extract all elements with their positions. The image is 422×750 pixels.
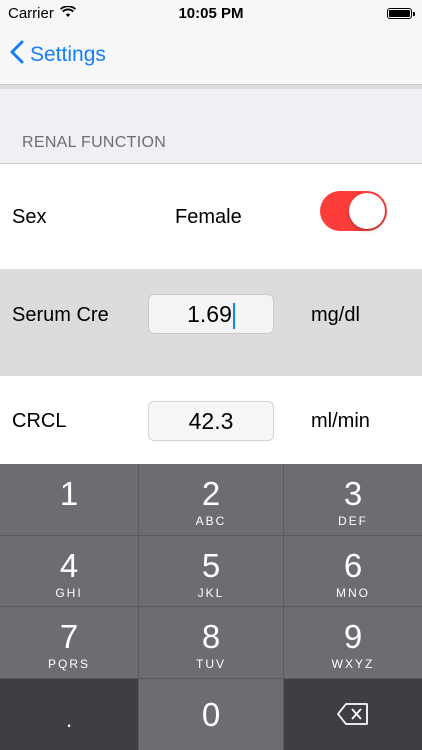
key-digit: 4 (59, 547, 79, 584)
section-divider (0, 85, 422, 89)
status-time: 10:05 PM (178, 5, 244, 22)
key-8[interactable]: 8 TUV (139, 607, 283, 678)
key-7[interactable]: 7 PQRS (0, 607, 138, 678)
key-digit: 8 (201, 618, 221, 655)
key-digit: 3 (343, 475, 363, 512)
serum-cre-input[interactable]: 1.69 (148, 294, 274, 334)
key-letters: WXYZ (331, 657, 375, 671)
key-letters: MNO (336, 586, 370, 600)
crcl-value: 42.3 (188, 408, 234, 434)
serum-cre-value: 1.69 (187, 301, 232, 327)
crcl-row: CRCL 42.3 ml/min (0, 376, 422, 464)
key-digit: 9 (343, 618, 363, 655)
key-letters: JKL (197, 586, 225, 600)
section-header: RENAL FUNCTION (22, 134, 167, 151)
key-symbol: . (65, 707, 73, 732)
sex-toggle[interactable] (320, 191, 387, 231)
key-6[interactable]: 6 MNO (284, 536, 422, 606)
numeric-keypad: 1 2 ABC 3 DEF 4 GHI 5 JKL 6 MNO 7 PQRS 8… (0, 464, 422, 750)
status-bar: Carrier 10:05 PM (0, 0, 422, 28)
serum-cre-unit: mg/dl (311, 304, 360, 326)
key-5[interactable]: 5 JKL (139, 536, 283, 606)
key-3[interactable]: 3 DEF (284, 464, 422, 535)
delete-key[interactable] (284, 679, 422, 750)
key-4[interactable]: 4 GHI (0, 536, 138, 606)
key-digit: 2 (201, 475, 221, 512)
key-letters: TUV (196, 657, 226, 671)
key-2[interactable]: 2 ABC (139, 464, 283, 535)
crcl-unit: ml/min (311, 410, 370, 432)
navigation-bar: Settings (0, 28, 422, 85)
key-letters: PQRS (47, 657, 90, 671)
toggle-knob (349, 193, 385, 229)
serum-cre-label: Serum Cre (12, 304, 109, 326)
text-cursor (232, 302, 235, 329)
back-button-label: Settings (30, 43, 106, 66)
key-letters: ABC (195, 514, 227, 528)
backspace-icon (284, 703, 422, 730)
key-digit: 5 (201, 547, 221, 584)
back-button[interactable]: Settings (10, 40, 106, 70)
key-letters: GHI (55, 586, 83, 600)
chevron-left-icon (10, 40, 24, 70)
serum-cre-row: Serum Cre 1.69 mg/dl (0, 269, 422, 376)
sex-label: Sex (12, 206, 47, 228)
key-digit: 6 (343, 547, 363, 584)
key-digit: 0 (201, 696, 221, 733)
key-1[interactable]: 1 (0, 464, 138, 535)
key-digit: 7 (59, 618, 79, 655)
crcl-label: CRCL (12, 410, 67, 432)
battery-icon (387, 8, 415, 19)
key-decimal[interactable]: . (0, 679, 138, 750)
sex-value: Female (175, 206, 242, 228)
crcl-field: 42.3 (148, 401, 274, 441)
key-digit: 1 (59, 475, 79, 512)
key-0[interactable]: 0 (139, 679, 283, 750)
key-letters: DEF (338, 514, 368, 528)
key-9[interactable]: 9 WXYZ (284, 607, 422, 678)
